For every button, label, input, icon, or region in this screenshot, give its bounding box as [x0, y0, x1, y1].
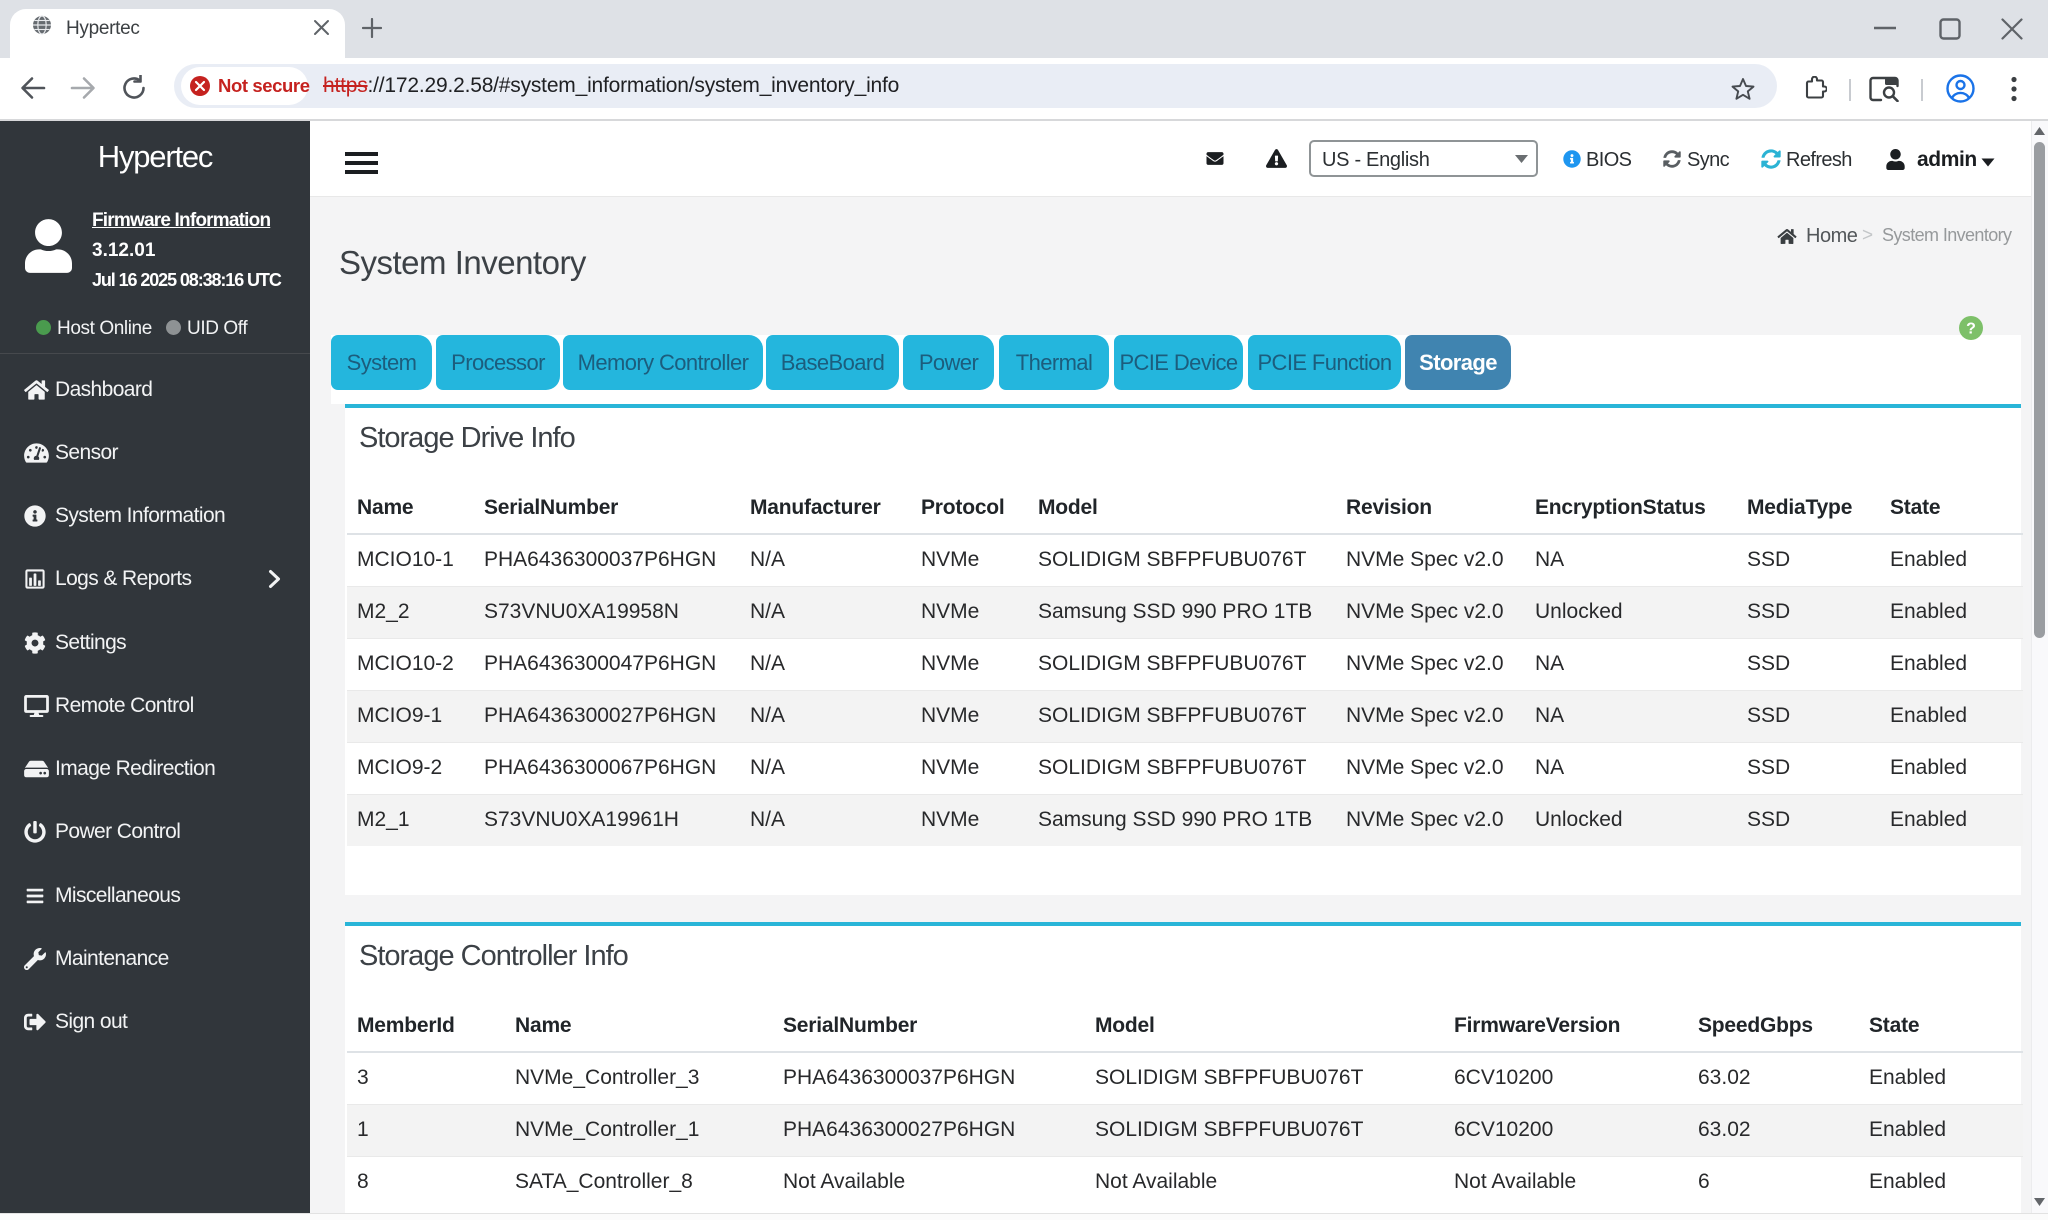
svg-text:?: ?: [1966, 321, 1976, 338]
